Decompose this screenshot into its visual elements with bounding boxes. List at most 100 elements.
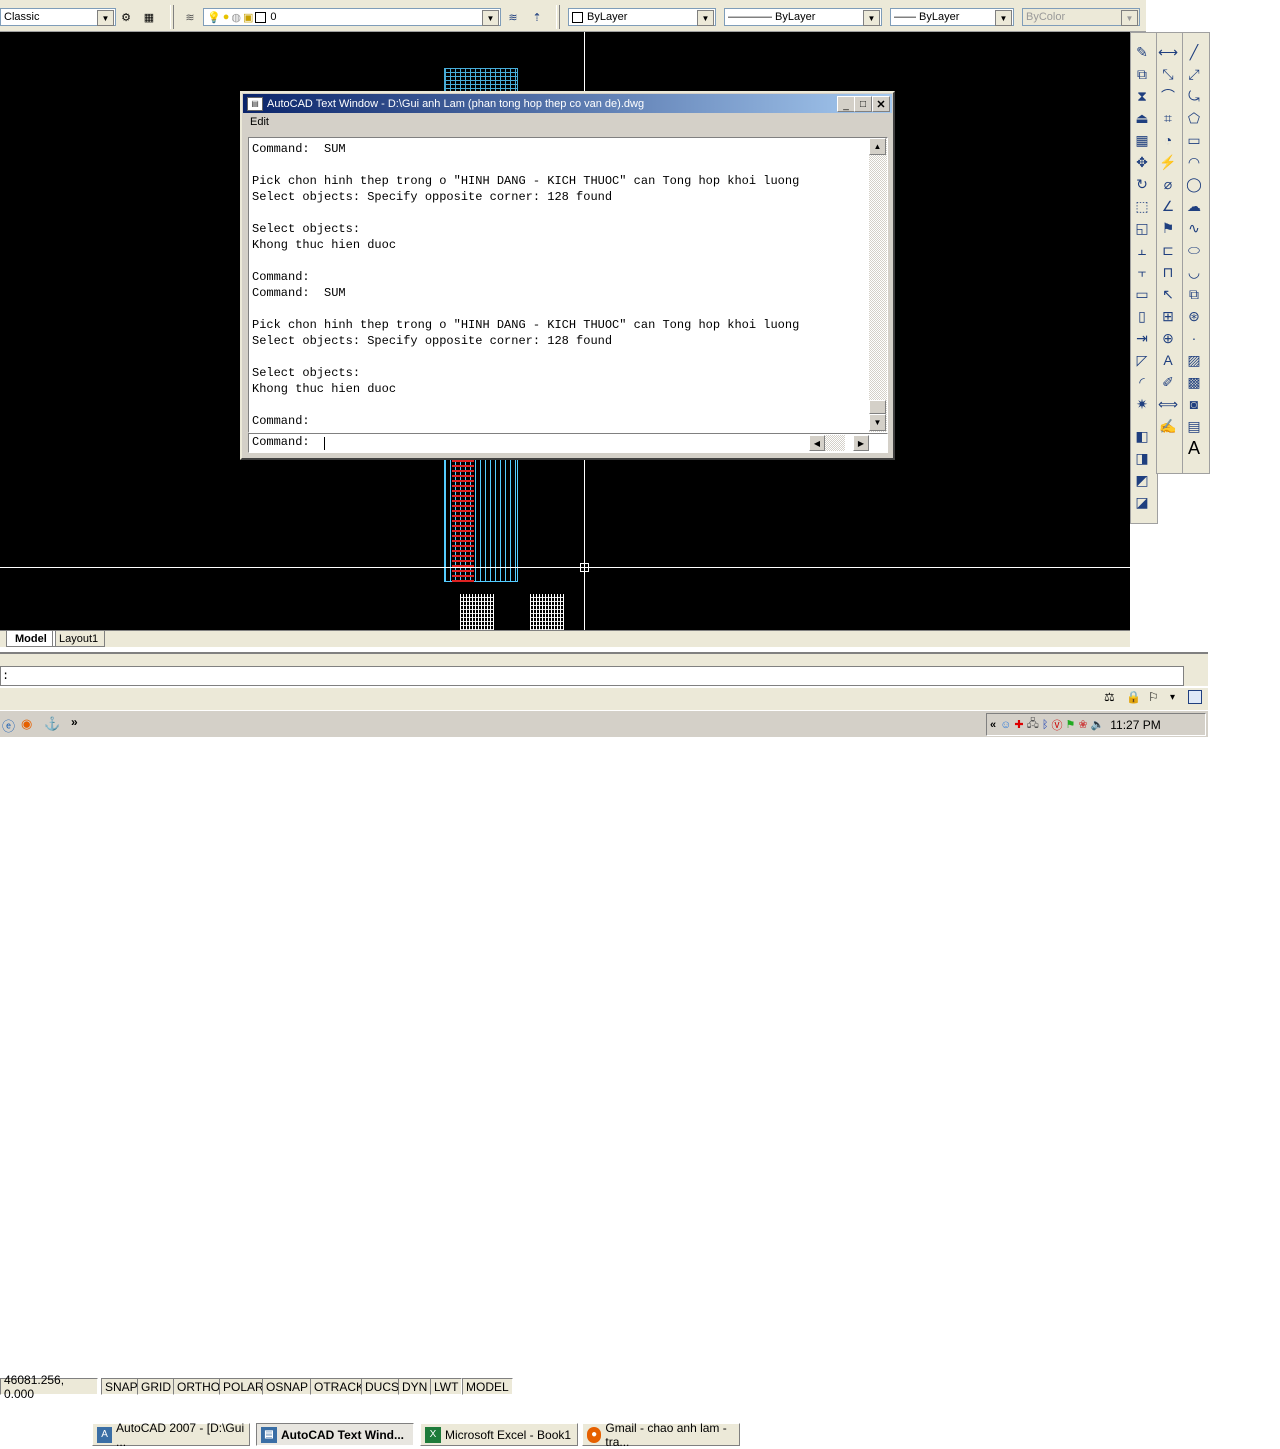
ortho-toggle[interactable]: ORTHO xyxy=(173,1378,225,1395)
tray-expand[interactable]: « xyxy=(990,719,996,731)
spline-icon[interactable]: ∿ xyxy=(1183,217,1205,239)
horizontal-scroll-track[interactable] xyxy=(825,435,845,451)
make-block-icon[interactable]: ⊛ xyxy=(1183,305,1205,327)
chevron-down-icon[interactable]: ▼ xyxy=(97,10,114,26)
construction-line-icon[interactable]: ⤢ xyxy=(1183,63,1205,85)
workspace-select[interactable]: Classic ▼ xyxy=(0,8,116,26)
tab-model[interactable]: Model xyxy=(6,631,56,647)
tray-messenger-icon[interactable]: ❀ xyxy=(1078,718,1087,731)
trim-icon[interactable]: ⫠ xyxy=(1131,239,1153,261)
vertical-scrollbar[interactable]: ▲ ▼ xyxy=(869,138,887,432)
copy-icon[interactable]: ⧉ xyxy=(1131,63,1153,85)
tray-antivirus-icon[interactable]: Ⓥ xyxy=(1051,717,1062,733)
ordinate-dim-icon[interactable]: ⌗ xyxy=(1157,107,1179,129)
chevron-down-icon[interactable]: ▼ xyxy=(863,10,880,26)
color-select[interactable]: ByLayer ▼ xyxy=(568,8,716,26)
lwt-toggle[interactable]: LWT xyxy=(430,1378,463,1395)
circle-icon[interactable]: ◯ xyxy=(1183,173,1205,195)
tray-msn-icon[interactable]: ☺ xyxy=(1000,719,1011,731)
chevron-down-icon[interactable]: ▼ xyxy=(995,10,1012,26)
draworder-back-icon[interactable]: ◨ xyxy=(1131,447,1153,469)
workspace-settings-icon[interactable]: ⚙ xyxy=(118,9,134,25)
draworder-front-icon[interactable]: ◧ xyxy=(1131,425,1153,447)
toolbar-grip[interactable] xyxy=(170,5,174,29)
line-icon[interactable]: ╱ xyxy=(1183,41,1205,63)
scroll-up-button[interactable]: ▲ xyxy=(869,138,886,155)
point-icon[interactable]: · xyxy=(1183,327,1205,349)
linetype-select[interactable]: ———— ByLayer ▼ xyxy=(724,8,882,26)
taskbar-text-window[interactable]: ▤ AutoCAD Text Wind... xyxy=(256,1423,414,1446)
menu-edit[interactable]: Edit xyxy=(250,116,269,128)
center-mark-icon[interactable]: ⊕ xyxy=(1157,327,1179,349)
angular-dim-icon[interactable]: ∠ xyxy=(1157,195,1179,217)
array-icon[interactable]: ▦ xyxy=(1131,129,1153,151)
tray-plus-icon[interactable]: ✚ xyxy=(1014,718,1023,731)
scale-icon[interactable]: ⬚ xyxy=(1131,195,1153,217)
table-icon[interactable]: ▤ xyxy=(1183,415,1205,437)
draworder-above-icon[interactable]: ◩ xyxy=(1131,469,1153,491)
insert-block-icon[interactable]: ⧉ xyxy=(1183,283,1205,305)
layer-select[interactable]: 💡 ● ◍ ▣ 0 ▼ xyxy=(203,8,501,26)
lineweight-select[interactable]: —— ByLayer ▼ xyxy=(890,8,1014,26)
layer-previous-icon[interactable]: ⇡ xyxy=(529,9,545,25)
aligned-dim-icon[interactable]: ⤡ xyxy=(1157,63,1179,85)
dyn-toggle[interactable]: DYN xyxy=(398,1378,432,1395)
layer-manager-icon[interactable]: ≋ xyxy=(182,9,198,25)
maximize-button[interactable]: □ xyxy=(854,96,872,112)
rotate-icon[interactable]: ↻ xyxy=(1131,173,1153,195)
polygon-icon[interactable]: ⬠ xyxy=(1183,107,1205,129)
clean-screen-icon[interactable]: ▦ xyxy=(141,9,157,25)
status-menu-chevron-icon[interactable]: ▾ xyxy=(1170,692,1175,703)
scroll-thumb[interactable] xyxy=(869,400,886,414)
tray-app-icon[interactable]: ⚑ xyxy=(1065,718,1075,731)
dim-style-icon[interactable]: ✍ xyxy=(1157,415,1179,437)
ellipse-arc-icon[interactable]: ◡ xyxy=(1183,261,1205,283)
taskbar-excel[interactable]: X Microsoft Excel - Book1 xyxy=(420,1423,578,1446)
erase-icon[interactable]: ✎ xyxy=(1131,41,1153,63)
scroll-right-button[interactable]: ▶ xyxy=(853,435,869,451)
dim-edit-icon[interactable]: A xyxy=(1157,349,1179,371)
command-input-row[interactable]: Command: ◀ ▶ xyxy=(248,433,888,453)
offset-icon[interactable]: ⏏ xyxy=(1131,107,1153,129)
break-at-point-icon[interactable]: ▯ xyxy=(1131,305,1153,327)
plotstyle-select[interactable]: ByColor ▼ xyxy=(1022,8,1140,26)
tray-network-icon[interactable]: 🖧 xyxy=(1027,715,1039,734)
arc-icon[interactable]: ◠ xyxy=(1183,151,1205,173)
multiline-text-icon[interactable]: A xyxy=(1183,437,1205,459)
chevron-down-icon[interactable]: ▼ xyxy=(1121,10,1138,26)
tolerance-icon[interactable]: ⊞ xyxy=(1157,305,1179,327)
text-window-titlebar[interactable]: ▤ AutoCAD Text Window - D:\Gui anh Lam (… xyxy=(243,94,892,113)
quick-dim-icon[interactable]: ⚑ xyxy=(1157,217,1179,239)
quicklaunch-app-icon[interactable]: ⚓ xyxy=(44,716,60,732)
scroll-left-button[interactable]: ◀ xyxy=(809,435,825,451)
stretch-icon[interactable]: ◱ xyxy=(1131,217,1153,239)
annotation-scale-icon[interactable]: ⚖ xyxy=(1104,690,1115,704)
command-line[interactable]: : xyxy=(0,666,1184,686)
revcloud-icon[interactable]: ☁ xyxy=(1183,195,1205,217)
otrack-toggle[interactable]: OTRACK xyxy=(310,1378,369,1395)
jogged-dim-icon[interactable]: ⚡ xyxy=(1157,151,1179,173)
ducs-toggle[interactable]: DUCS xyxy=(361,1378,404,1395)
fillet-icon[interactable]: ◜ xyxy=(1131,371,1153,393)
quicklaunch-more[interactable]: » xyxy=(71,715,78,729)
explode-icon[interactable]: ✷ xyxy=(1131,393,1153,415)
region-icon[interactable]: ◙ xyxy=(1183,393,1205,415)
tray-volume-icon[interactable]: 🔈 xyxy=(1091,718,1105,731)
taskbar-autocad[interactable]: A AutoCAD 2007 - [D:\Gui ... xyxy=(92,1421,250,1449)
tab-layout1[interactable]: Layout1 xyxy=(52,631,106,647)
tray-clock[interactable]: 11:27 PM xyxy=(1110,718,1160,732)
dim-text-edit-icon[interactable]: ✐ xyxy=(1157,371,1179,393)
move-icon[interactable]: ✥ xyxy=(1131,151,1153,173)
dim-update-icon[interactable]: ⟺ xyxy=(1157,393,1179,415)
quicklaunch-firefox-icon[interactable]: ◉ xyxy=(21,716,32,732)
extend-icon[interactable]: ⫟ xyxy=(1131,261,1153,283)
leader-icon[interactable]: ↖ xyxy=(1157,283,1179,305)
grid-toggle[interactable]: GRID xyxy=(137,1378,175,1395)
comm-center-icon[interactable]: ⚐ xyxy=(1148,690,1159,704)
chevron-down-icon[interactable]: ▼ xyxy=(697,10,714,26)
chamfer-icon[interactable]: ◸ xyxy=(1131,349,1153,371)
radius-dim-icon[interactable]: ◔ xyxy=(1157,129,1179,151)
break-icon[interactable]: ▭ xyxy=(1131,283,1153,305)
linear-dim-icon[interactable]: ⟷ xyxy=(1157,41,1179,63)
toolbar-grip[interactable] xyxy=(556,5,560,29)
